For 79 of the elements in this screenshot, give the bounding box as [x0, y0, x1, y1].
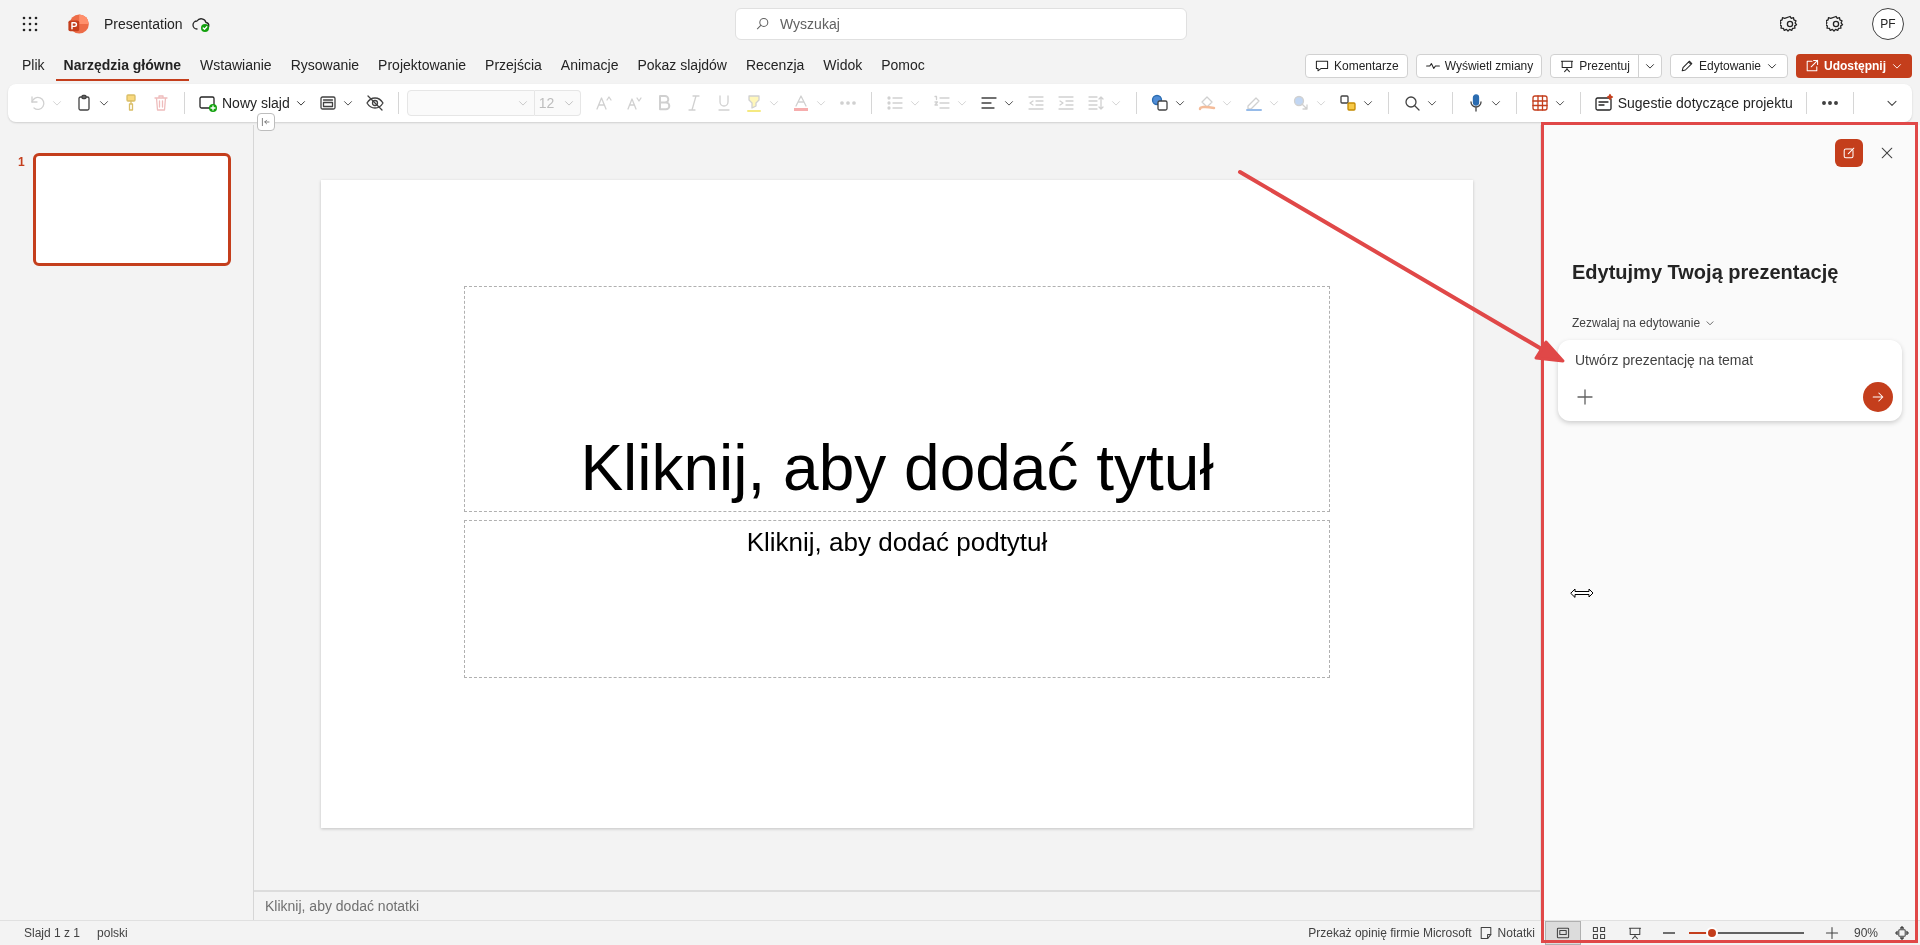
search-icon	[755, 16, 771, 32]
font-size-value: 12	[538, 93, 555, 113]
slide-thumbnail[interactable]	[32, 153, 231, 266]
ribbon-tab[interactable]: Pomoc	[873, 51, 933, 81]
resize-cursor-icon	[1570, 587, 1594, 599]
collapse-pane-button[interactable]	[257, 113, 275, 131]
compose-icon	[1841, 145, 1857, 161]
slide[interactable]: Kliknij, aby dodać tytuł Kliknij, aby dodać podtytuł	[321, 180, 1473, 828]
fit-to-window-button[interactable]	[1894, 925, 1910, 941]
ribbon-tab[interactable]: Plik	[14, 51, 53, 81]
changes-button[interactable]: Wyświetl zmiany	[1415, 54, 1543, 78]
normal-view-icon	[1554, 925, 1571, 941]
ribbon-tab[interactable]: Pokaz slajdów	[629, 51, 735, 81]
arrow-right-icon	[1870, 389, 1886, 405]
user-avatar[interactable]: PF	[1872, 8, 1904, 40]
new-slide-icon	[198, 93, 218, 113]
title-placeholder[interactable]: Kliknij, aby dodać tytuł	[464, 286, 1330, 512]
pane-heading: Edytujmy Twoją prezentację	[1572, 260, 1840, 285]
slide-sorter-icon	[1590, 925, 1607, 941]
edit-mode-button[interactable]: Edytowanie	[1669, 54, 1788, 78]
subtitle-placeholder[interactable]: Kliknij, aby dodać podtytuł	[464, 520, 1330, 678]
design-ideas-icon	[1593, 93, 1614, 113]
prompt-input[interactable]: Utwórz prezentację na temat	[1575, 350, 1885, 371]
more-icon	[1819, 101, 1840, 105]
ribbon-tab[interactable]: Rysowanie	[282, 51, 368, 81]
slide-counter: Slajd 1 z 1	[24, 925, 81, 942]
fit-window-icon	[1894, 925, 1910, 941]
search-field[interactable]: Wyszukaj	[735, 8, 1187, 40]
minus-icon	[1662, 932, 1675, 934]
present-button[interactable]: Prezentuj	[1551, 55, 1639, 77]
eye-slash-icon	[364, 93, 385, 113]
zoom-in-button[interactable]	[1823, 925, 1840, 941]
prompt-box[interactable]: Utwórz prezentację na temat	[1558, 340, 1902, 421]
ribbon-tab[interactable]: Animacje	[552, 51, 627, 81]
grid-icon	[1529, 93, 1550, 113]
notes-button[interactable]: Notatki	[1477, 924, 1535, 942]
feedback-link[interactable]: Przekaż opinię firmie Microsoft	[1308, 924, 1472, 942]
zoom-slider[interactable]	[1688, 927, 1804, 939]
comment-icon	[1313, 58, 1330, 74]
ribbon-tab[interactable]: Recenzja	[737, 51, 813, 81]
ribbon-tab[interactable]: Przejścia	[477, 51, 550, 81]
document-title[interactable]: Presentation	[104, 13, 183, 35]
subtitle-placeholder-text: Kliknij, aby dodać podtytuł	[746, 526, 1048, 559]
more-icon	[837, 101, 858, 105]
design-suggestions-button[interactable]: Sugestie dotyczące projektu	[1588, 88, 1798, 118]
notes-placeholder: Kliknij, aby dodać notatki	[265, 896, 420, 916]
app-logo-icon[interactable]	[66, 12, 90, 36]
layout-icon	[317, 93, 338, 113]
zoom-slider-thumb[interactable]	[1705, 927, 1718, 939]
mode-dropdown[interactable]: Zezwalaj na edytowanie	[1572, 314, 1717, 332]
new-chat-button[interactable]	[1835, 139, 1863, 167]
plus-icon	[1575, 387, 1595, 407]
normal-view-button[interactable]	[1544, 921, 1581, 945]
presenter-icon	[1626, 925, 1643, 941]
group-icon	[1337, 93, 1358, 113]
comments-button[interactable]: Komentarze	[1304, 54, 1408, 78]
plus-icon	[1823, 925, 1840, 941]
present-split-button[interactable]: Prezentuj	[1550, 54, 1662, 78]
share-icon	[1804, 58, 1820, 74]
attach-button[interactable]	[1575, 387, 1595, 407]
panel-collapse-icon	[260, 116, 272, 128]
shapes-icon	[1149, 93, 1170, 113]
ribbon-tab[interactable]: Projektowanie	[370, 51, 475, 81]
title-placeholder-text: Kliknij, aby dodać tytuł	[580, 431, 1214, 507]
settings-icon[interactable]	[1780, 14, 1800, 34]
slide-number: 1	[18, 154, 25, 171]
ribbon-tab[interactable]: Wstawianie	[192, 51, 280, 81]
close-icon	[1879, 145, 1895, 161]
zoom-level[interactable]: 90%	[1853, 924, 1878, 942]
settings-icon[interactable]	[1826, 14, 1846, 34]
projector-screen-icon	[1559, 58, 1576, 74]
share-button[interactable]: Udostępnij	[1796, 54, 1912, 78]
new-slide-button[interactable]: Nowy slajd	[193, 88, 313, 118]
ribbon-tab[interactable]: Widok	[815, 51, 871, 81]
app-launcher-icon[interactable]	[20, 14, 40, 34]
notes-pane[interactable]: Kliknij, aby dodać notatki	[254, 890, 1540, 920]
ribbon-tab[interactable]: Narzędzia główne	[55, 51, 190, 81]
language-indicator[interactable]: polski	[97, 924, 128, 942]
send-button[interactable]	[1863, 382, 1893, 412]
